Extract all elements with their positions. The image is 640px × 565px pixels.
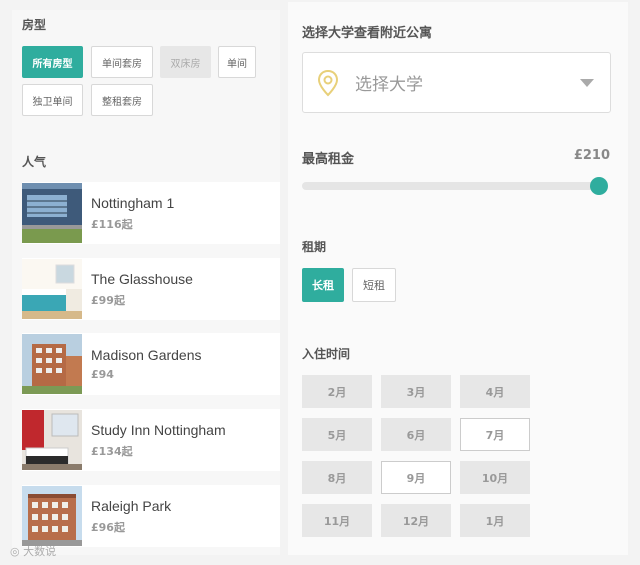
search-panel: 选择大学查看附近公寓 选择大学 最高租金 £210 租期 长租 短租 入住时间 … xyxy=(288,2,628,555)
lease-label: 租期 xyxy=(302,240,327,254)
room-type-all[interactable]: 所有房型 xyxy=(22,46,83,78)
lease-short-button[interactable]: 短租 xyxy=(352,268,396,302)
month-option[interactable]: 3月 xyxy=(381,375,451,408)
university-select[interactable]: 选择大学 xyxy=(302,52,611,113)
listing-item[interactable]: The Glasshouse £99起 xyxy=(22,258,280,320)
month-option[interactable]: 4月 xyxy=(460,375,530,408)
listing-name: Nottingham 1 xyxy=(91,194,175,211)
popular-label: 人气 xyxy=(22,155,47,169)
movein-label: 入住时间 xyxy=(302,347,351,361)
listing-photo xyxy=(22,410,82,470)
month-option[interactable]: 7月 xyxy=(460,418,530,451)
weibo-icon: ◎ xyxy=(10,545,20,558)
listing-name: Raleigh Park xyxy=(91,497,172,514)
month-option[interactable]: 5月 xyxy=(302,418,372,451)
university-placeholder: 选择大学 xyxy=(355,75,423,95)
listing-price: £96起 xyxy=(91,520,125,534)
month-option[interactable]: 1月 xyxy=(460,504,530,537)
lease-long-button[interactable]: 长租 xyxy=(302,268,344,302)
listing-photo xyxy=(22,183,82,243)
room-type-studio[interactable]: 单间套房 xyxy=(91,46,153,78)
listing-item[interactable]: Madison Gardens £94 xyxy=(22,333,280,395)
chevron-down-icon xyxy=(580,79,594,87)
room-type-twin[interactable]: 双床房 xyxy=(160,46,211,78)
month-option[interactable]: 6月 xyxy=(381,418,451,451)
max-rent-value: £210 xyxy=(573,148,610,163)
listing-item[interactable]: Study Inn Nottingham £134起 xyxy=(22,409,280,471)
listing-item[interactable]: Nottingham 1 £116起 xyxy=(22,182,280,244)
listing-photo xyxy=(22,259,82,319)
rent-slider-track[interactable] xyxy=(302,182,602,190)
watermark-text: 大数说 xyxy=(23,545,57,558)
listing-name: The Glasshouse xyxy=(91,270,193,287)
month-option[interactable]: 8月 xyxy=(302,461,372,494)
room-type-whole-flat[interactable]: 整租套房 xyxy=(91,84,153,116)
room-type-label: 房型 xyxy=(22,18,47,32)
listing-price: £99起 xyxy=(91,293,125,307)
watermark: ◎ 大数说 xyxy=(10,543,56,559)
month-option[interactable]: 2月 xyxy=(302,375,372,408)
listing-price: £116起 xyxy=(91,217,133,231)
room-type-single[interactable]: 单间 xyxy=(218,46,256,78)
filter-panel: 房型 所有房型 单间套房 双床房 单间 独卫单间 整租套房 人气 Notting… xyxy=(12,10,280,555)
listing-item[interactable]: Raleigh Park £96起 xyxy=(22,485,280,547)
university-label: 选择大学查看附近公寓 xyxy=(302,26,433,41)
month-option[interactable]: 10月 xyxy=(460,461,530,494)
month-option[interactable]: 12月 xyxy=(381,504,451,537)
listing-photo xyxy=(22,486,82,546)
listing-name: Madison Gardens xyxy=(91,347,202,363)
room-type-ensuite[interactable]: 独卫单间 xyxy=(22,84,83,116)
rent-slider-handle[interactable] xyxy=(590,177,608,195)
month-option[interactable]: 11月 xyxy=(302,504,372,537)
listing-price: £94 xyxy=(91,368,114,381)
location-pin-icon xyxy=(317,69,339,97)
month-option[interactable]: 9月 xyxy=(381,461,451,494)
listing-photo xyxy=(22,334,82,394)
max-rent-label: 最高租金 xyxy=(302,152,355,167)
listing-price: £134起 xyxy=(91,444,133,458)
listing-name: Study Inn Nottingham xyxy=(91,421,226,438)
